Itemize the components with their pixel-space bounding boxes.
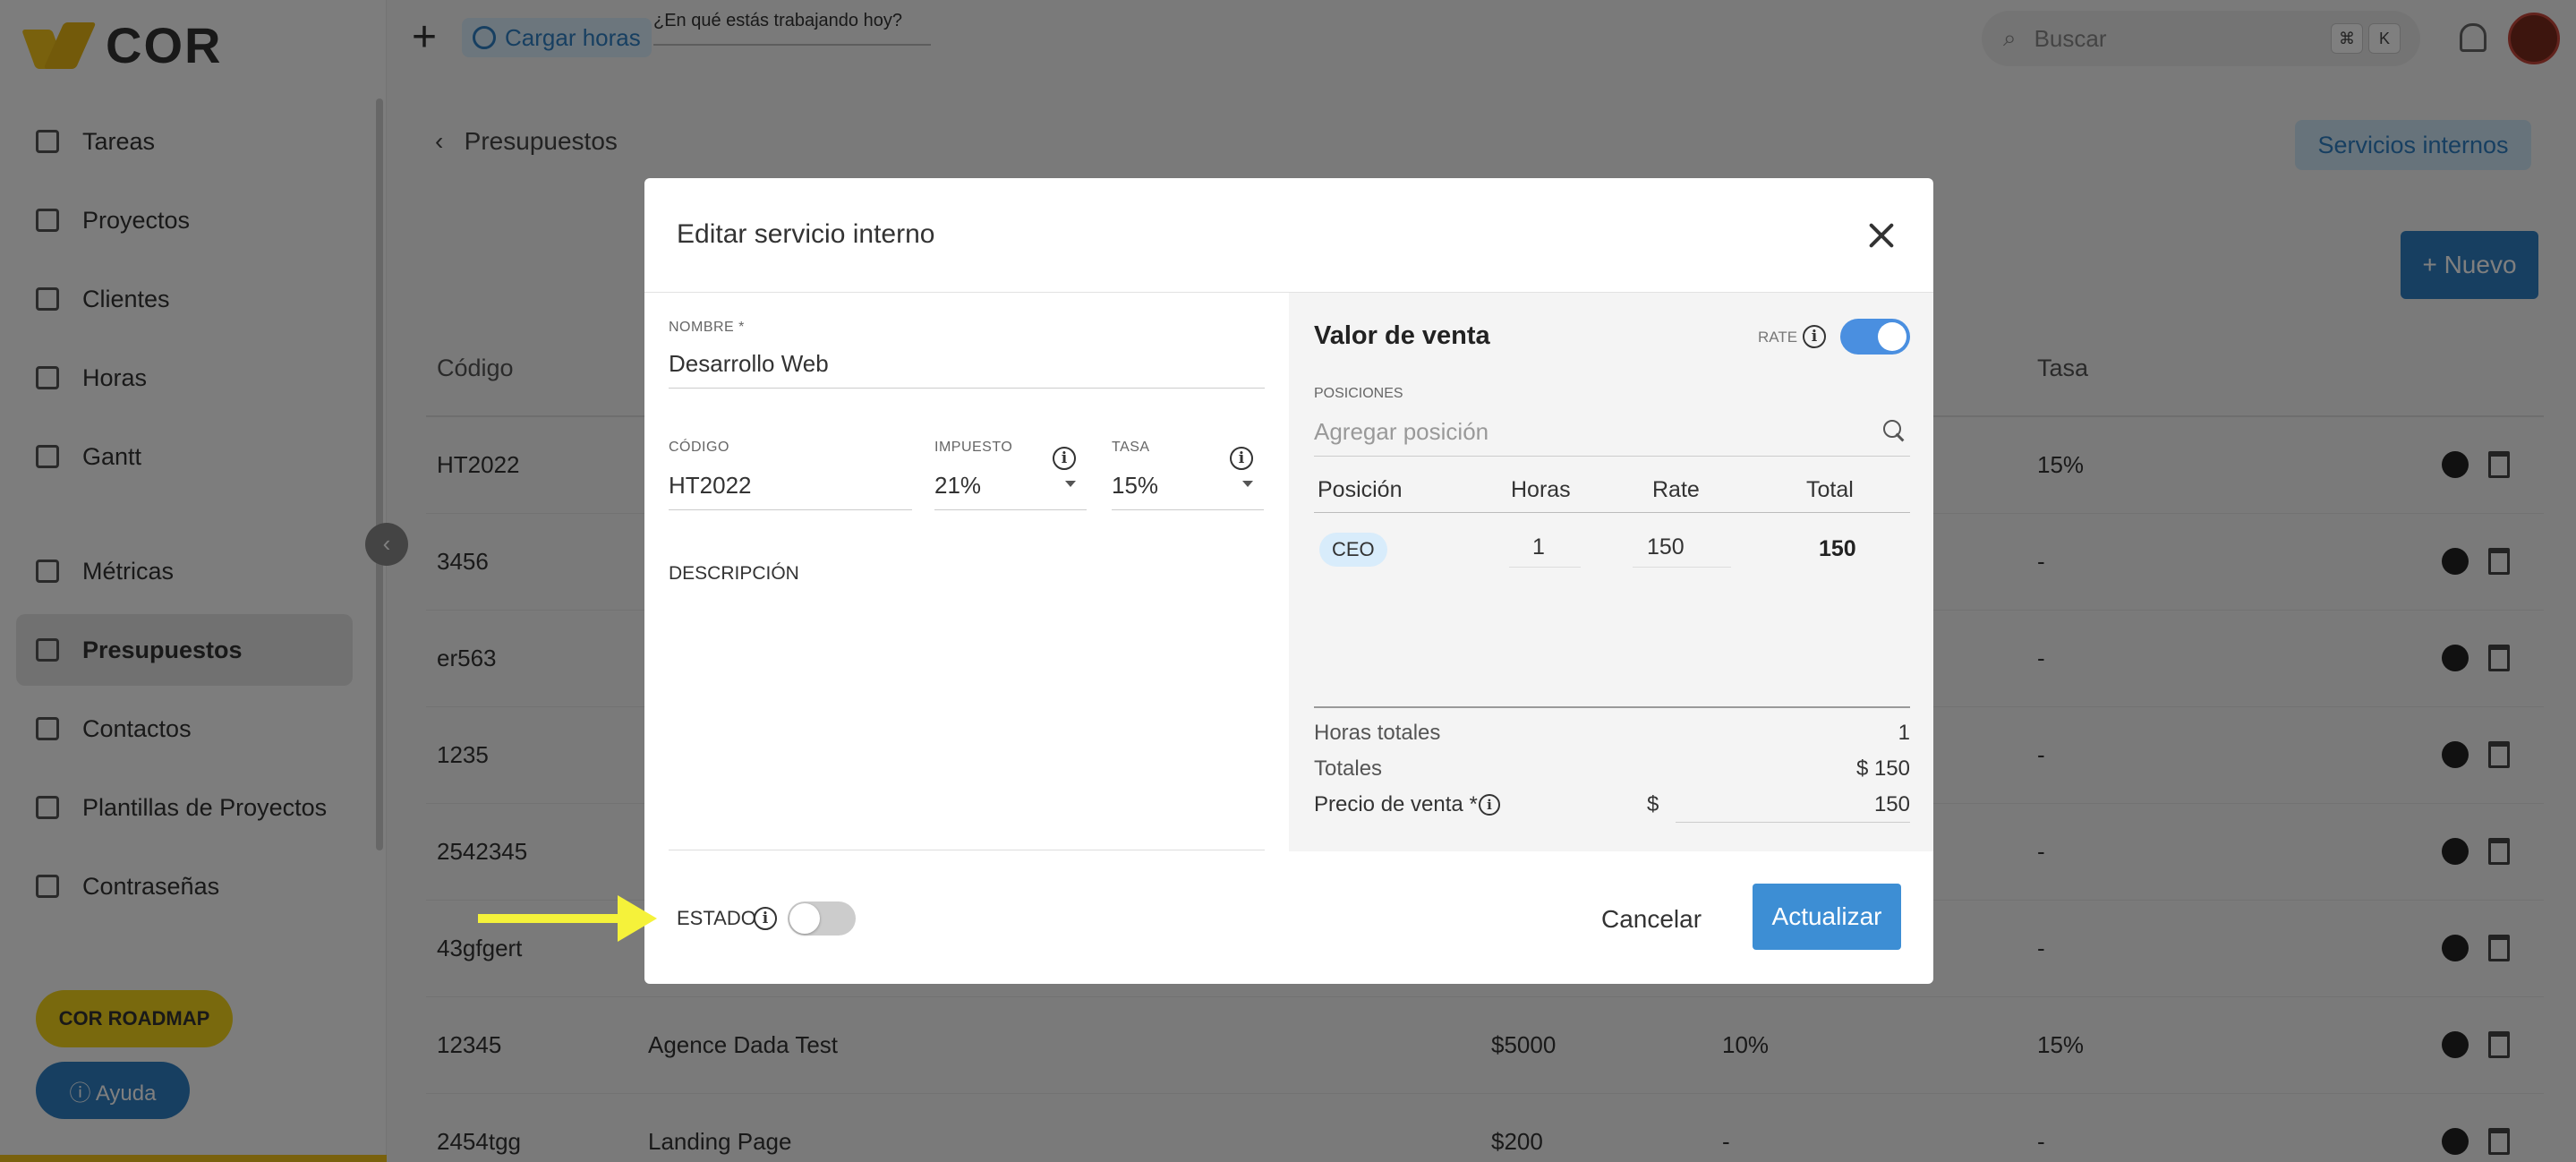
valor-de-venta-panel: Valor de venta RATE i POSICIONES Agregar…: [1289, 293, 1933, 851]
rate-input[interactable]: 150: [1647, 534, 1685, 560]
impuesto-label: IMPUESTO: [934, 440, 1013, 455]
annotation-arrow-icon: [478, 895, 657, 942]
search-icon[interactable]: [1883, 420, 1906, 443]
impuesto-select[interactable]: 21%: [934, 472, 981, 500]
tasa-underline: [1112, 509, 1264, 510]
rate-toggle[interactable]: [1840, 319, 1910, 355]
rate-label: RATE: [1758, 329, 1798, 346]
horas-totales-label: Horas totales: [1314, 721, 1441, 745]
column-header-horas: Horas: [1511, 477, 1571, 502]
agregar-posicion-input[interactable]: Agregar posición: [1314, 418, 1488, 446]
precio-underline: [1676, 822, 1910, 823]
summary-divider: [1314, 706, 1910, 708]
tasa-select[interactable]: 15%: [1112, 472, 1158, 500]
precio-info-icon[interactable]: i: [1479, 794, 1500, 816]
codigo-field[interactable]: HT2022: [669, 472, 752, 500]
tasa-label: TASA: [1112, 440, 1150, 455]
close-icon[interactable]: [1860, 214, 1903, 257]
service-form: NOMBRE * Desarrollo Web CÓDIGO HT2022 IM…: [644, 293, 1289, 851]
horas-underline: [1509, 567, 1581, 568]
posicion-underline: [1314, 456, 1910, 457]
arrow-head: [618, 895, 657, 942]
position-chip[interactable]: CEO: [1319, 533, 1387, 567]
rate-info-icon[interactable]: i: [1803, 325, 1826, 348]
nombre-label: NOMBRE *: [669, 320, 745, 335]
codigo-underline: [669, 509, 912, 510]
cancel-button[interactable]: Cancelar: [1593, 893, 1710, 946]
precio-currency: $: [1647, 792, 1659, 816]
totales-label: Totales: [1314, 756, 1383, 781]
impuesto-chevron-down-icon[interactable]: [1065, 481, 1076, 487]
table-header-divider: [1314, 512, 1910, 513]
estado-toggle[interactable]: [788, 901, 856, 936]
precio-venta-input[interactable]: 150: [1874, 792, 1910, 817]
posiciones-label: POSICIONES: [1314, 386, 1403, 401]
tasa-chevron-down-icon[interactable]: [1242, 481, 1253, 487]
totales-value: $ 150: [1855, 756, 1910, 781]
codigo-label: CÓDIGO: [669, 440, 729, 455]
toggle-knob: [1878, 322, 1906, 351]
valor-venta-title: Valor de venta: [1314, 321, 1490, 350]
estado-info-icon[interactable]: i: [754, 907, 777, 930]
total-value: 150: [1819, 536, 1856, 561]
impuesto-info-icon[interactable]: i: [1053, 447, 1076, 470]
impuesto-underline: [934, 509, 1087, 510]
estado-label: ESTADO: [677, 907, 756, 929]
column-header-posicion: Posición: [1318, 477, 1403, 502]
descripcion-textarea[interactable]: [669, 597, 1265, 848]
horas-input[interactable]: 1: [1532, 534, 1545, 560]
rate-underline: [1633, 567, 1731, 568]
column-header-total: Total: [1806, 477, 1854, 502]
modal-title: Editar servicio interno: [677, 219, 935, 249]
descripcion-label: DESCRIPCIÓN: [669, 563, 799, 584]
precio-venta-label: Precio de venta *: [1314, 792, 1478, 816]
column-header-rate: Rate: [1652, 477, 1700, 502]
tasa-info-icon[interactable]: i: [1230, 447, 1253, 470]
toggle-knob: [789, 903, 820, 934]
horas-totales-value: 1: [1898, 721, 1910, 745]
edit-service-modal: Editar servicio interno NOMBRE * Desarro…: [644, 178, 1933, 984]
modal-footer: ESTADO i Cancelar Actualizar: [644, 851, 1933, 984]
modal-header: Editar servicio interno: [644, 178, 1933, 293]
arrow-shaft: [478, 914, 621, 923]
nombre-underline: [669, 388, 1265, 389]
nombre-field[interactable]: Desarrollo Web: [669, 350, 829, 378]
update-button[interactable]: Actualizar: [1753, 884, 1901, 950]
